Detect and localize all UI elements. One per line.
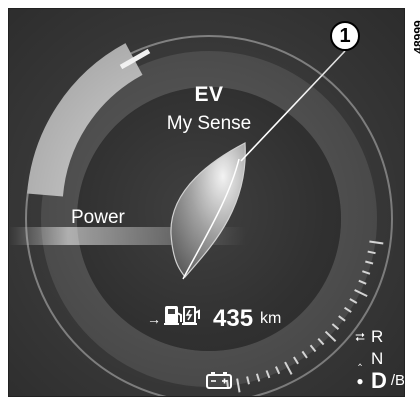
double-chevron-up-icon: ⮂ xyxy=(355,330,365,344)
gear-n: ‸ N xyxy=(353,348,404,370)
range-value: 435 xyxy=(213,305,254,332)
gear-selector: ⮂ R ‸ N ● D/B xyxy=(353,326,405,393)
gear-r-label: R xyxy=(371,327,384,346)
gear-d-label: D xyxy=(371,368,387,393)
power-label: Power xyxy=(71,207,125,228)
gear-r: ⮂ R xyxy=(353,326,404,348)
dot-chevron-down-icon: ● xyxy=(356,374,364,388)
power-gauge xyxy=(9,35,404,396)
range-arrow-icon: → xyxy=(147,311,161,327)
gear-d-suffix: /B xyxy=(390,372,405,389)
range-unit: km xyxy=(260,310,282,327)
chevron-up-icon: ‸ xyxy=(357,352,363,366)
reference-code: 48999 xyxy=(411,20,420,54)
battery-icon xyxy=(206,372,232,389)
gear-n-label: N xyxy=(371,349,384,368)
drive-mode-title: EV xyxy=(194,83,224,106)
drive-mode-subtitle: My Sense xyxy=(166,113,252,134)
callout-marker: 1 xyxy=(330,21,360,51)
gear-d: ● D/B xyxy=(353,368,405,393)
instrument-cluster-display: EV My Sense Power → 435 km ⮂ R ‸ N ● D/B xyxy=(8,8,405,397)
range-readout: → 435 km xyxy=(147,305,281,333)
